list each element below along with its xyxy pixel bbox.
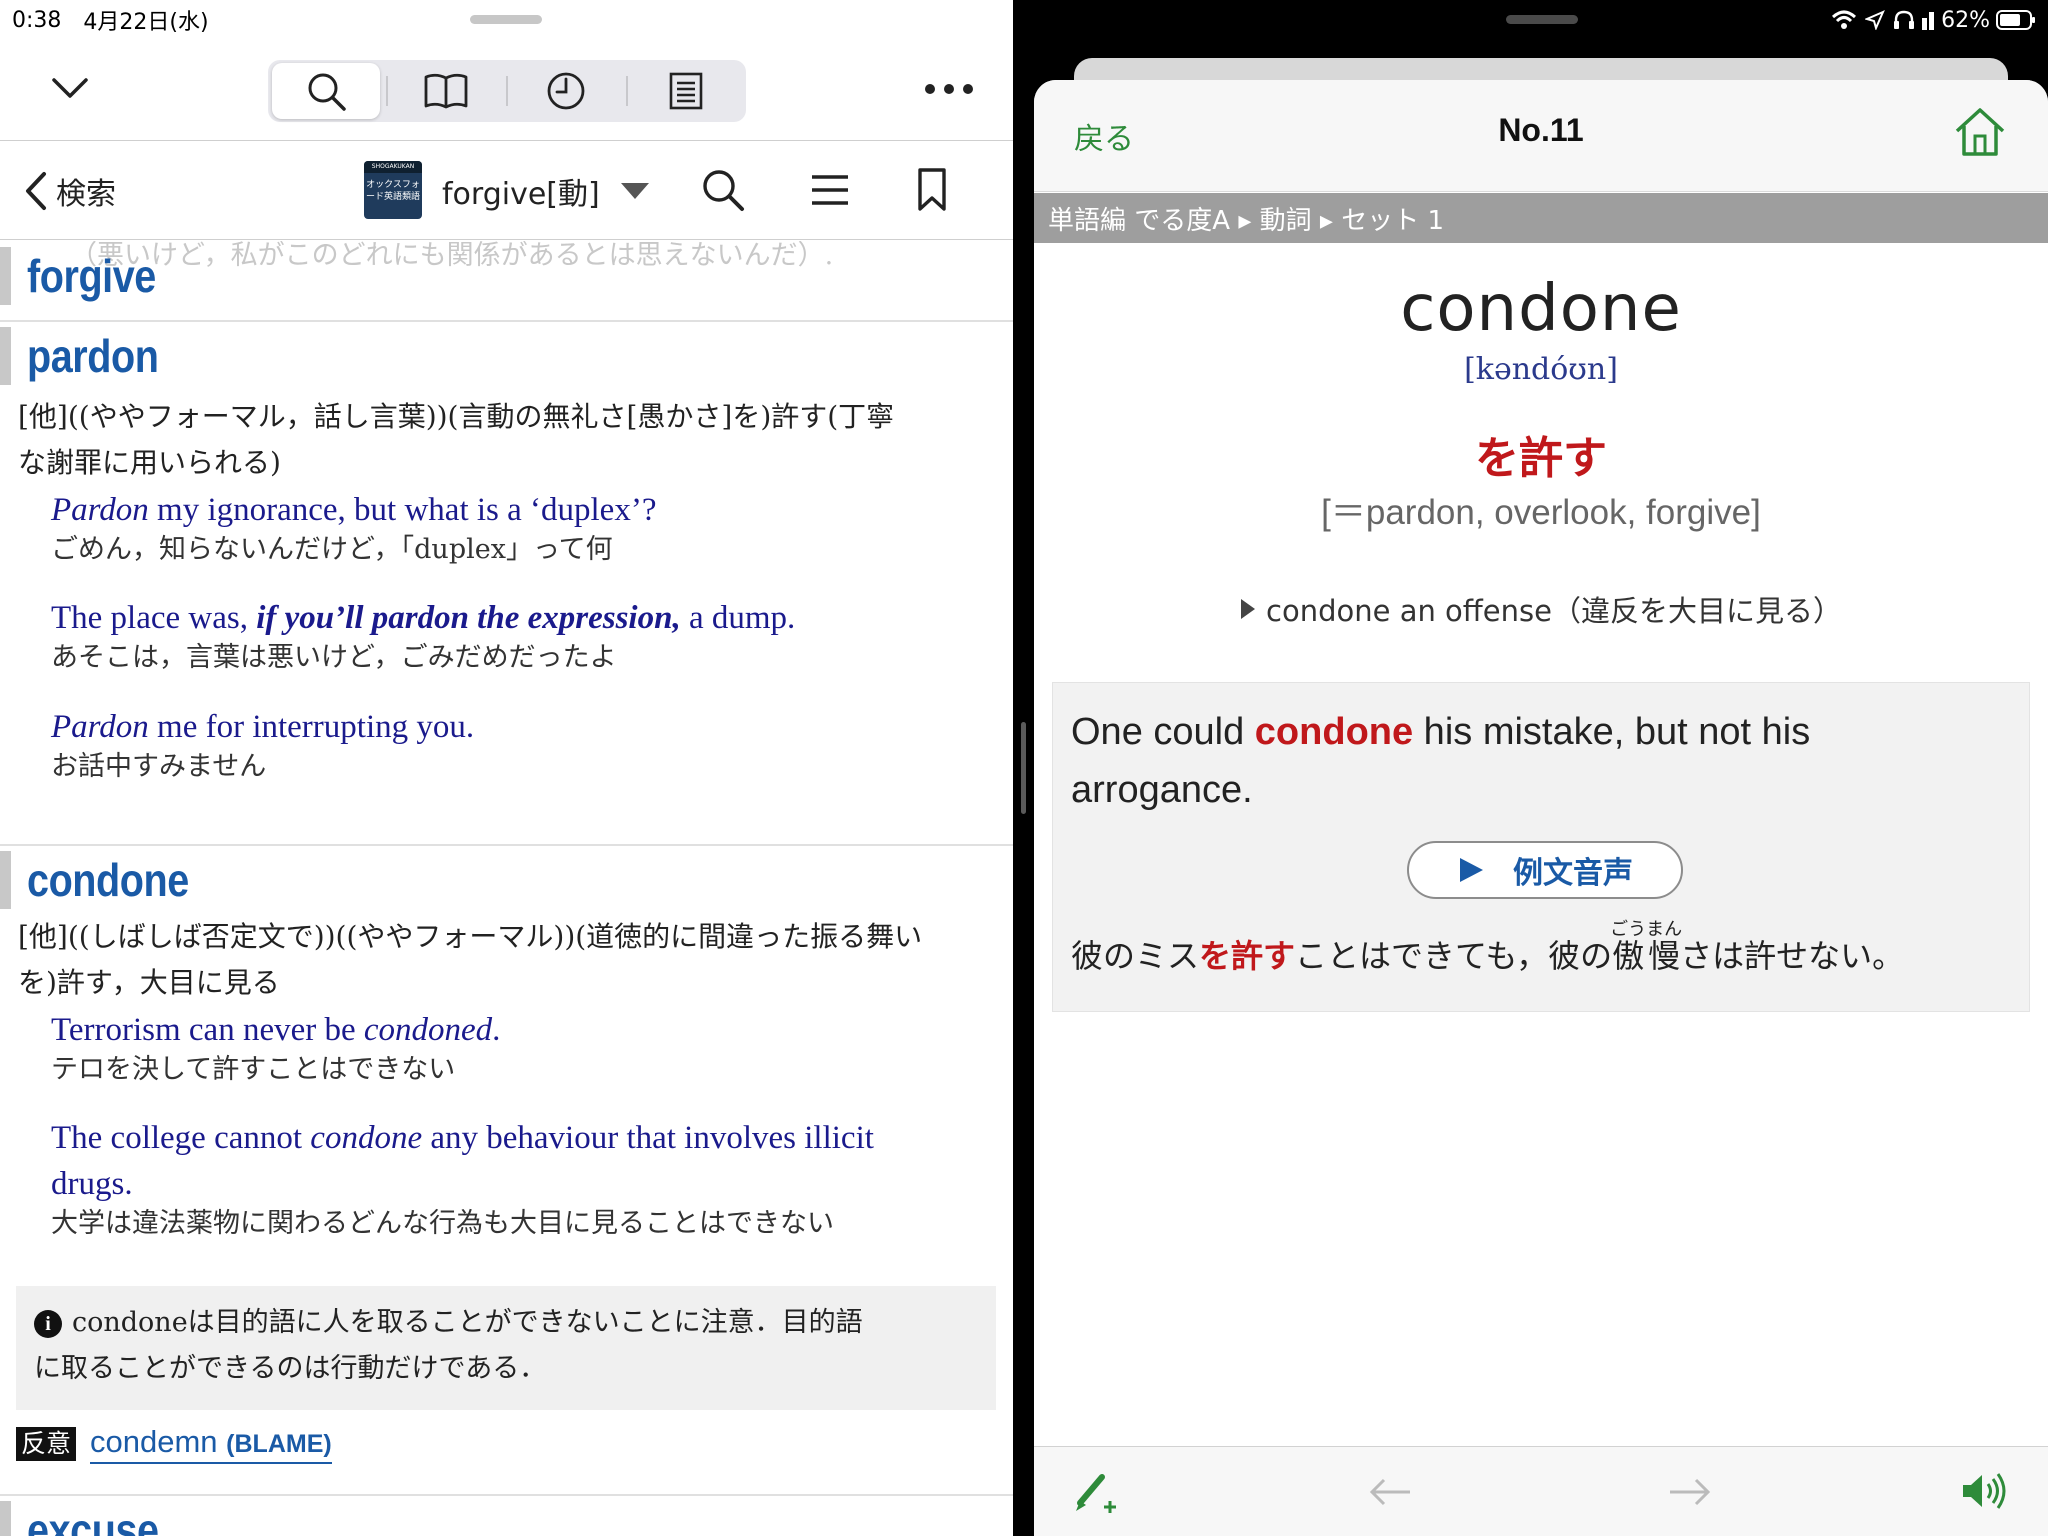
bookmark-icon[interactable] (916, 167, 948, 213)
history-clock-icon (545, 70, 587, 112)
definition-line: を)許す，大目に見る (18, 966, 280, 999)
definition-line: な謝罪に用いられる) (18, 446, 281, 479)
collapse-chevron-icon[interactable] (50, 74, 90, 104)
book-cover-thumbnail[interactable]: SHOGAKUKAN オックスフォード英語類語 (364, 161, 422, 219)
example-translation: テロを決して許すことはできない (51, 1054, 456, 1085)
synonym-heading-condone[interactable]: condone (0, 849, 215, 911)
antonym-tag: 反意 (16, 1427, 77, 1461)
entry-excuse: excuse (0, 1494, 1013, 1536)
vocabulary-app-pane: 62% 戻る No.11 単語編 でる度A ▸ 動詞 ▸ セット 1 condo… (1034, 0, 2048, 1536)
definition-line: [他]((ややフォーマル，話し言葉))(言動の無礼さ[愚かさ]を)許す(丁寧 (18, 400, 895, 433)
headword: pardon (27, 330, 159, 382)
example-jp-line: 彼のミスを許すことはできても，彼の傲慢ごうまんさは許せない。 (1071, 919, 1905, 975)
entry-pardon: pardon [他]((ややフォーマル，話し言葉))(言動の無礼さ[愚かさ]を)… (0, 320, 1013, 782)
breadcrumb: 単語編 でる度A ▸ 動詞 ▸ セット 1 (1034, 193, 2048, 243)
next-arrow-icon[interactable] (1666, 1477, 1712, 1507)
usage-note-box: i condoneは目的語に人を取ることができないことに注意．目的語 に取ること… (16, 1286, 996, 1410)
dropdown-triangle-icon (620, 182, 650, 200)
book-icon (423, 71, 469, 111)
tab-book[interactable] (392, 63, 500, 119)
pronunciation: [kəndóʊn] (1464, 352, 1618, 387)
example-en-line: arrogance. (1071, 769, 1253, 811)
cut-off-example: （悪いけど，私がこのどれにも関係があるとは思えないんだ）. (70, 241, 834, 271)
book-cover-title: オックスフォード英語類語 (366, 180, 421, 202)
synonyms: [＝pardon, overlook, forgive] (1321, 493, 1761, 532)
example-sentence: The place was, if you’ll pardon the expr… (51, 600, 796, 636)
meaning: を許す (1475, 433, 1607, 484)
back-button[interactable]: 検索 (22, 169, 116, 213)
previous-arrow-icon[interactable] (1368, 1477, 1414, 1507)
synonym-heading-pardon[interactable]: pardon (0, 325, 180, 387)
entry-dropdown[interactable]: forgive[動] (442, 169, 650, 213)
book-cover-brand: SHOGAKUKAN (364, 161, 422, 173)
phrase: condone an offense（違反を大目に見る） (1266, 594, 1842, 628)
battery-percent: 62% (1941, 7, 1990, 33)
tab-list[interactable] (632, 63, 740, 119)
back-chevron-icon (22, 170, 50, 212)
bottom-toolbar (1034, 1446, 2048, 1536)
word-card-window: 戻る No.11 単語編 でる度A ▸ 動詞 ▸ セット 1 condone [… (1034, 80, 2048, 1536)
example-sentence: Pardon me for interrupting you. (51, 709, 475, 745)
tab-search[interactable] (272, 63, 380, 119)
signal-bars-icon (1921, 10, 1935, 30)
usage-note-line: に取ることができるのは行動だけである． (34, 1353, 547, 1384)
search-icon (700, 167, 746, 213)
home-icon[interactable] (1954, 106, 2006, 158)
example-sentence: Pardon my ignorance, but what is a ‘dupl… (51, 492, 657, 528)
split-view-divider[interactable] (1013, 0, 1034, 1536)
dictionary-pane: 0:38 4月22日(水) 検索 SHOGAKUKAN オックスフォード英語類語… (0, 0, 1013, 1536)
dictionary-content: （悪いけど，私がこのどれにも関係があるとは思えないんだ）. forgive pa… (0, 241, 1013, 1536)
wifi-icon (1831, 10, 1857, 30)
example-sentence-cont: drugs. (51, 1166, 133, 1202)
highlighter-add-icon[interactable] (1072, 1471, 1122, 1515)
status-date: 4月22日(水) (83, 10, 209, 35)
multitask-grabber[interactable] (470, 15, 542, 24)
play-icon (1457, 856, 1485, 884)
tab-history[interactable] (512, 63, 620, 119)
word-header: 戻る No.11 (1034, 80, 2048, 192)
info-icon: i (34, 1310, 62, 1338)
headword: condone (1400, 272, 1682, 346)
back-label: 検索 (56, 177, 116, 212)
example-audio-button[interactable]: 例文音声 (1407, 841, 1683, 899)
speaker-icon[interactable] (1960, 1471, 2008, 1511)
more-options-icon[interactable] (924, 82, 974, 96)
dropdown-label: forgive[動] (442, 177, 600, 212)
search-button[interactable] (700, 167, 746, 213)
example-sentence: The college cannot condone any behaviour… (51, 1120, 874, 1156)
example-translation: あそこは，言葉は悪いけど，ごみだめだったよ (51, 642, 617, 673)
mode-segmented-control (268, 60, 746, 122)
word-number-title: No.11 (1498, 112, 1584, 148)
location-arrow-icon (1865, 10, 1886, 30)
headphones-icon (1893, 10, 1915, 30)
status-time: 0:38 (12, 7, 62, 33)
usage-note-line: condoneは目的語に人を取ることができないことに注意．目的語 (72, 1307, 863, 1338)
battery-icon (1996, 9, 2036, 31)
menu-hamburger-icon[interactable] (810, 173, 850, 207)
synonym-heading-forgive[interactable]: forgive (0, 245, 177, 307)
status-time-date: 0:38 4月22日(水) (12, 0, 209, 40)
status-right-cluster: 62% (1831, 0, 2036, 40)
example-translation: お話中すみません (51, 751, 267, 782)
synonym-heading-excuse[interactable]: excuse (0, 1499, 180, 1536)
example-translation: ごめん，知らないんだけど，「duplex」って何 (51, 534, 613, 565)
example-en-line: One could condone his mistake, but not h… (1071, 711, 1811, 753)
example-translation: 大学は違法薬物に関わるどんな行為も大目に見ることはできない (51, 1208, 834, 1239)
example-box: One could condone his mistake, but not h… (1052, 682, 2030, 1012)
definition-line: [他]((しばしば否定文で))((ややフォーマル))(道徳的に間違った振る舞い (18, 920, 923, 953)
dictionary-navbar: 検索 SHOGAKUKAN オックスフォード英語類語 forgive[動] (0, 140, 1013, 240)
headword: excuse (27, 1504, 159, 1536)
phrase-row: condone an offense（違反を大目に見る） (1034, 588, 2048, 630)
multitask-grabber[interactable] (1506, 15, 1578, 24)
antonym-row: 反意 condemn (BLAME) (16, 1424, 332, 1464)
audio-label: 例文音声 (1513, 856, 1633, 891)
search-icon (304, 69, 348, 113)
list-document-icon (668, 71, 704, 111)
headword: condone (27, 854, 189, 906)
headword: forgive (27, 250, 156, 302)
antonym-link[interactable]: condemn (BLAME) (90, 1424, 332, 1464)
play-triangle-icon (1240, 598, 1256, 620)
entry-condone: condone [他]((しばしば否定文で))((ややフォーマル))(道徳的に間… (0, 844, 1013, 1464)
example-sentence: Terrorism can never be condoned. (51, 1012, 501, 1048)
